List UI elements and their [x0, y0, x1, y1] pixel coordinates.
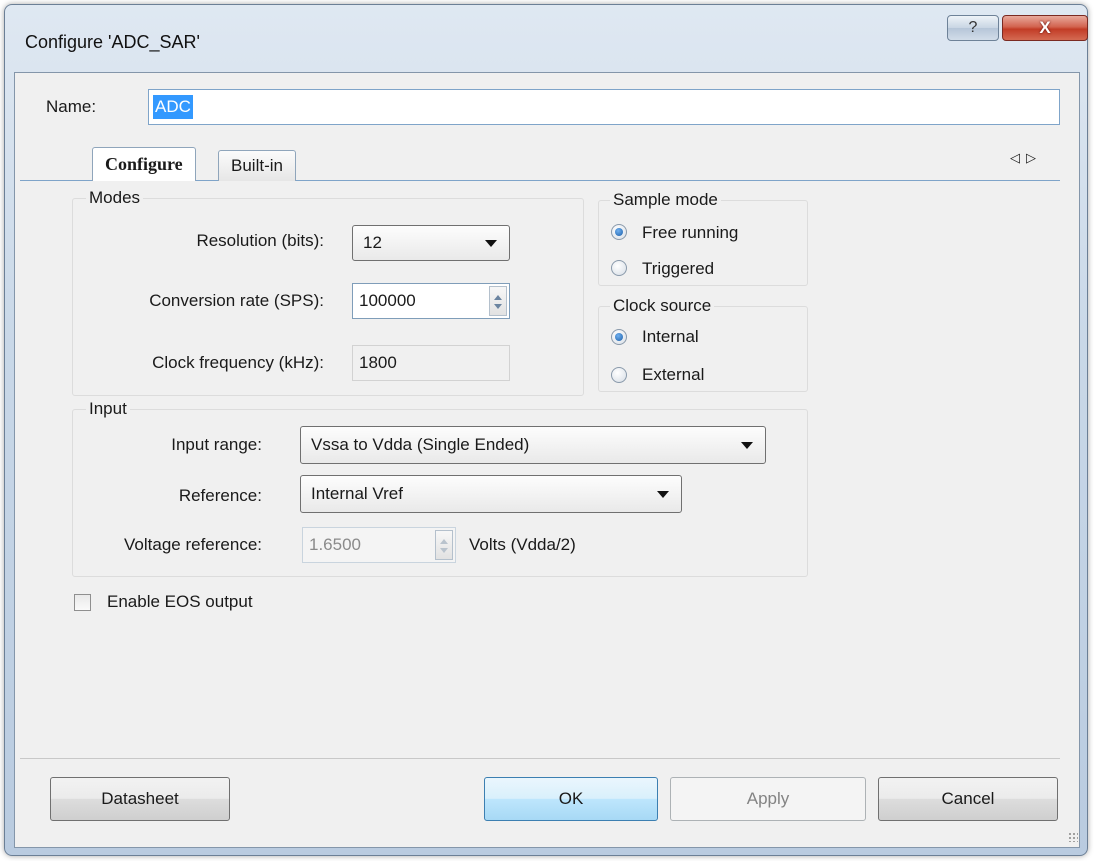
input-range-value: Vssa to Vdda (Single Ended): [311, 435, 530, 454]
resolution-value: 12: [363, 233, 382, 252]
clock-frequency-label: Clock frequency (kHz):: [152, 353, 324, 372]
help-button[interactable]: ?: [947, 15, 999, 41]
modes-group-title: Modes: [86, 188, 144, 208]
free-running-label[interactable]: Free running: [642, 223, 738, 243]
tab-scroll-right-icon[interactable]: ▷: [1026, 150, 1042, 165]
tab-built-in-label: Built-in: [231, 156, 283, 175]
apply-button: Apply: [670, 777, 866, 821]
voltage-reference-spinner: 1.6500: [302, 527, 456, 563]
radio-external-clock[interactable]: [611, 367, 627, 383]
tab-configure[interactable]: Configure: [92, 147, 196, 181]
spinner-buttons: [435, 530, 453, 560]
resize-grip-icon[interactable]: [1068, 832, 1078, 842]
reference-select[interactable]: Internal Vref: [300, 475, 682, 513]
chevron-down-icon: [657, 491, 669, 498]
name-input-value: ADC: [153, 95, 193, 119]
spin-up-icon: [440, 539, 448, 544]
sample-mode-group-title: Sample mode: [610, 190, 721, 210]
spin-up-icon[interactable]: [494, 295, 502, 300]
clock-frequency-value: 1800: [359, 353, 397, 372]
reference-label: Reference:: [178, 486, 262, 505]
input-range-select[interactable]: Vssa to Vdda (Single Ended): [300, 426, 766, 464]
enable-eos-checkbox[interactable]: [74, 594, 91, 611]
conversion-rate-value: 100000: [359, 291, 416, 310]
spin-down-icon[interactable]: [494, 304, 502, 309]
tab-configure-label: Configure: [105, 154, 183, 174]
input-group-title: Input: [86, 399, 130, 419]
conversion-rate-label: Conversion rate (SPS):: [149, 291, 324, 310]
internal-clock-label[interactable]: Internal: [642, 327, 699, 347]
window-title: Configure 'ADC_SAR': [25, 32, 200, 52]
cancel-button[interactable]: Cancel: [878, 777, 1058, 821]
clock-frequency-field: 1800: [352, 345, 510, 381]
external-clock-label[interactable]: External: [642, 365, 704, 385]
tab-built-in[interactable]: Built-in: [218, 150, 296, 181]
radio-triggered[interactable]: [611, 260, 627, 276]
tab-scroll-arrows[interactable]: ◁▷: [1010, 150, 1042, 166]
name-label: Name:: [46, 97, 97, 116]
close-button[interactable]: X: [1002, 15, 1088, 41]
radio-free-running[interactable]: [611, 224, 627, 240]
voltage-unit-label: Volts (Vdda/2): [469, 535, 576, 554]
name-input[interactable]: ADC: [148, 89, 1060, 125]
input-range-label: Input range:: [171, 435, 262, 454]
clock-source-group-title: Clock source: [610, 296, 715, 316]
triggered-label[interactable]: Triggered: [642, 259, 714, 279]
resolution-label: Resolution (bits):: [196, 231, 324, 250]
enable-eos-label[interactable]: Enable EOS output: [107, 592, 253, 612]
radio-internal-clock[interactable]: [611, 329, 627, 345]
chevron-down-icon: [741, 442, 753, 449]
reference-value: Internal Vref: [311, 484, 403, 503]
conversion-rate-spinner[interactable]: 100000: [352, 283, 510, 319]
datasheet-button[interactable]: Datasheet: [50, 777, 230, 821]
ok-button[interactable]: OK: [484, 777, 658, 821]
voltage-reference-value: 1.6500: [309, 535, 361, 554]
button-separator: [20, 758, 1060, 759]
chevron-down-icon: [485, 240, 497, 247]
tab-scroll-left-icon[interactable]: ◁: [1010, 150, 1026, 165]
resolution-select[interactable]: 12: [352, 225, 510, 261]
spin-down-icon: [440, 548, 448, 553]
voltage-reference-label: Voltage reference:: [124, 535, 262, 554]
spinner-buttons[interactable]: [489, 286, 507, 316]
